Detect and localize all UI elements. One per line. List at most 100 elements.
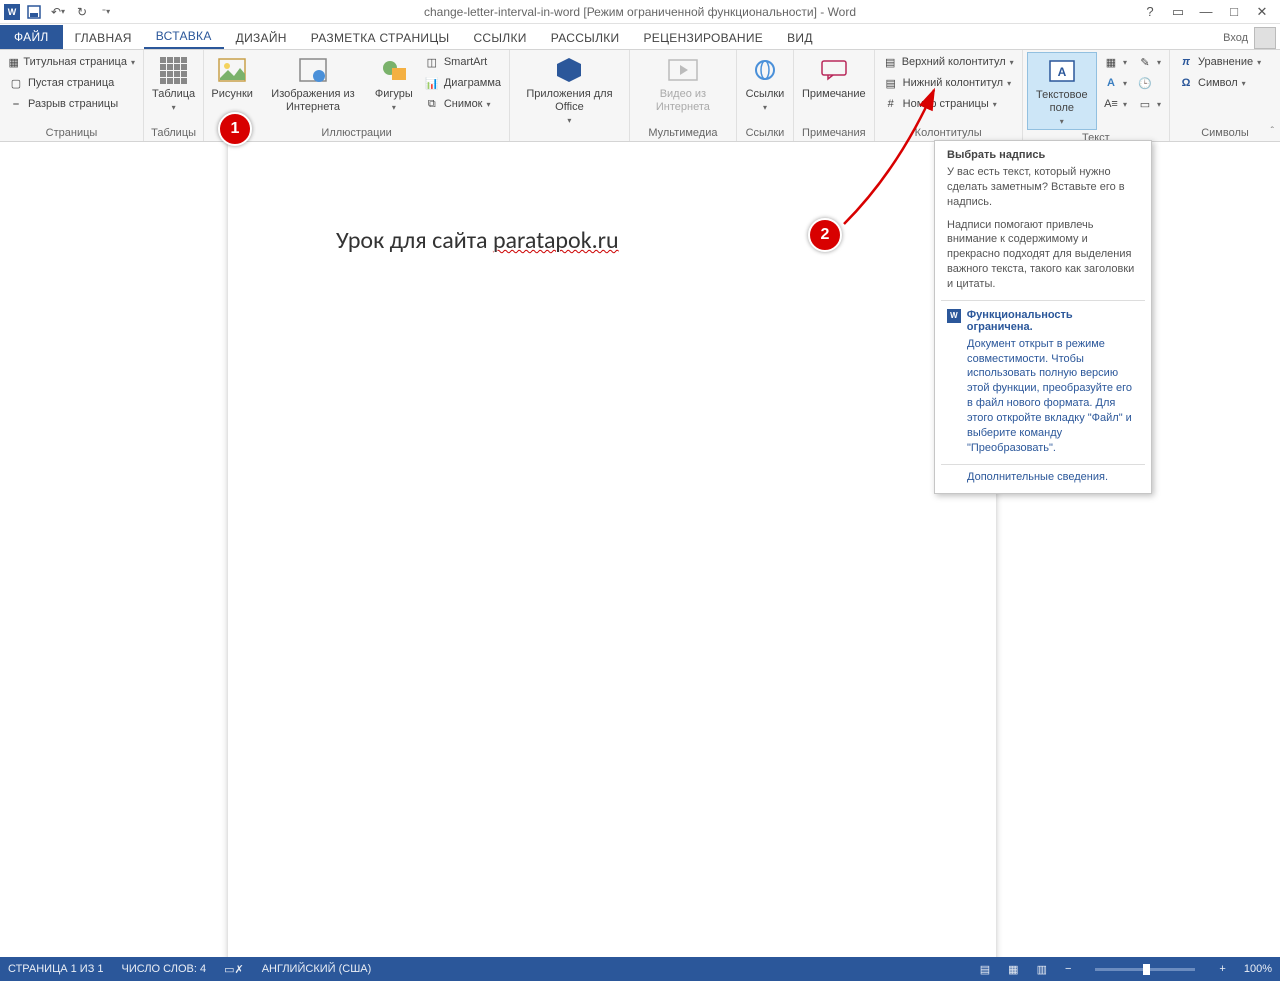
symbol-label: Символ — [1198, 77, 1238, 89]
page-break-button[interactable]: ⎯Разрыв страницы — [4, 94, 139, 114]
document-page[interactable]: Урок для сайта paratapok.ru — [228, 142, 996, 957]
tab-view[interactable]: ВИД — [775, 27, 825, 49]
group-links: Ссылки▾ Ссылки — [737, 50, 794, 141]
text-box-icon: A — [1046, 55, 1078, 87]
tab-page-layout[interactable]: РАЗМЕТКА СТРАНИЦЫ — [299, 27, 462, 49]
ribbon-display-icon[interactable]: ▭ — [1168, 2, 1188, 22]
chart-button[interactable]: 📊Диаграмма — [420, 73, 505, 93]
comment-button[interactable]: Примечание — [798, 52, 870, 103]
minimize-icon[interactable]: — — [1196, 2, 1216, 22]
smartart-button[interactable]: ◫SmartArt — [420, 52, 505, 72]
pictures-button[interactable]: Рисунки — [208, 52, 256, 103]
window-controls: ? ▭ — □ ✕ — [1140, 2, 1280, 22]
close-icon[interactable]: ✕ — [1252, 2, 1272, 22]
symbol-icon: Ω — [1178, 75, 1194, 91]
view-web-layout-icon[interactable]: ▥ — [1037, 963, 1047, 976]
equation-label: Уравнение — [1198, 56, 1253, 68]
status-proofing-icon[interactable]: ▭✗ — [224, 963, 244, 976]
tab-design[interactable]: ДИЗАЙН — [224, 27, 299, 49]
view-read-mode-icon[interactable]: ▤ — [980, 963, 990, 976]
page-number-label: Номер страницы — [903, 98, 989, 110]
pictures-icon — [216, 54, 248, 86]
group-apps-label — [514, 137, 625, 141]
equation-button[interactable]: πУравнение▾ — [1174, 52, 1276, 72]
header-button[interactable]: ▤Верхний колонтитул▾ — [879, 52, 1018, 72]
qat-customize-icon[interactable]: ⁼▾ — [96, 2, 116, 22]
zoom-in-icon[interactable]: + — [1219, 963, 1225, 975]
date-time-icon: 🕒 — [1137, 75, 1153, 91]
links-button[interactable]: Ссылки▾ — [741, 52, 789, 115]
zoom-slider-thumb[interactable] — [1143, 964, 1150, 975]
redo-icon[interactable]: ↻ — [72, 2, 92, 22]
text-box-button[interactable]: AТекстовое поле▾ — [1027, 52, 1097, 130]
footer-button[interactable]: ▤Нижний колонтитул▾ — [879, 73, 1018, 93]
footer-icon: ▤ — [883, 75, 899, 91]
online-pictures-label: Изображения из Интернета — [262, 88, 364, 114]
tab-file[interactable]: ФАЙЛ — [0, 25, 63, 49]
view-print-layout-icon[interactable]: ▦ — [1008, 963, 1018, 976]
login-area[interactable]: Вход — [1223, 27, 1280, 49]
svg-text:A: A — [1057, 65, 1066, 79]
object-button[interactable]: ▭▾ — [1133, 94, 1165, 114]
shapes-button[interactable]: Фигуры▾ — [370, 52, 418, 115]
tab-insert[interactable]: ВСТАВКА — [144, 25, 224, 49]
status-page[interactable]: СТРАНИЦА 1 ИЗ 1 — [8, 963, 104, 975]
smartart-icon: ◫ — [424, 54, 440, 70]
pictures-label: Рисунки — [211, 88, 253, 101]
status-language[interactable]: АНГЛИЙСКИЙ (США) — [262, 963, 372, 975]
zoom-level[interactable]: 100% — [1244, 963, 1272, 975]
symbol-button[interactable]: ΩСимвол▾ — [1174, 73, 1276, 93]
status-word-count[interactable]: ЧИСЛО СЛОВ: 4 — [122, 963, 207, 975]
header-label: Верхний колонтитул — [902, 56, 1006, 68]
quick-parts-button[interactable]: ▦▾ — [1099, 52, 1131, 72]
online-pictures-button[interactable]: Изображения из Интернета — [258, 52, 368, 116]
group-comments: Примечание Примечания — [794, 50, 875, 141]
group-pages: ▦Титульная страница▾ ▢ Пустая страница ⎯Р… — [0, 50, 144, 141]
tooltip-limited-title: Функциональность ограничена. — [967, 309, 1139, 333]
online-pictures-icon — [297, 54, 329, 86]
date-time-button[interactable]: 🕒 — [1133, 73, 1165, 93]
tab-home[interactable]: ГЛАВНАЯ — [63, 27, 144, 49]
screenshot-button[interactable]: ⧉Снимок▾ — [420, 94, 505, 114]
collapse-ribbon-icon[interactable]: ˆ — [1271, 126, 1274, 137]
document-text[interactable]: Урок для сайта paratapok.ru — [336, 226, 619, 255]
blank-page-icon: ▢ — [8, 75, 24, 91]
page-number-icon: # — [883, 96, 899, 112]
header-icon: ▤ — [883, 54, 898, 70]
tab-review[interactable]: РЕЦЕНЗИРОВАНИЕ — [631, 27, 775, 49]
ribbon-tabs: ФАЙЛ ГЛАВНАЯ ВСТАВКА ДИЗАЙН РАЗМЕТКА СТР… — [0, 24, 1280, 50]
maximize-icon[interactable]: □ — [1224, 2, 1244, 22]
zoom-slider[interactable] — [1095, 968, 1195, 971]
signature-line-button[interactable]: ✎▾ — [1133, 52, 1165, 72]
shapes-icon — [378, 54, 410, 86]
tab-mailings[interactable]: РАССЫЛКИ — [539, 27, 632, 49]
blank-page-label: Пустая страница — [28, 77, 114, 89]
doc-text-plain: Урок для сайта — [336, 226, 493, 255]
apps-label: Приложения для Office — [518, 88, 621, 114]
tooltip-title: Выбрать надпись — [935, 141, 1151, 165]
tooltip-more-info-link[interactable]: Дополнительные сведения. — [935, 465, 1151, 493]
save-icon[interactable] — [24, 2, 44, 22]
annotation-badge-2: 2 — [808, 218, 842, 252]
help-icon[interactable]: ? — [1140, 2, 1160, 22]
page-break-icon: ⎯ — [8, 96, 24, 112]
cover-page-button[interactable]: ▦Титульная страница▾ — [4, 52, 139, 72]
blank-page-button[interactable]: ▢ Пустая страница — [4, 73, 139, 93]
tooltip-paragraph-1: У вас есть текст, который нужно сделать … — [935, 165, 1151, 218]
apps-for-office-button[interactable]: Приложения для Office▾ — [514, 52, 625, 128]
zoom-out-icon[interactable]: − — [1065, 963, 1071, 975]
screenshot-icon: ⧉ — [424, 96, 440, 112]
tab-references[interactable]: ССЫЛКИ — [461, 27, 538, 49]
page-number-button[interactable]: #Номер страницы▾ — [879, 94, 1018, 114]
cover-page-label: Титульная страница — [23, 56, 127, 68]
video-label: Видео из Интернета — [638, 88, 728, 114]
undo-icon[interactable]: ↶▾ — [48, 2, 68, 22]
apps-icon — [553, 54, 585, 86]
drop-cap-button[interactable]: A≡▾ — [1099, 94, 1131, 114]
annotation-badge-1: 1 — [218, 112, 252, 146]
tooltip-limited-body: Документ открыт в режиме совместимости. … — [935, 335, 1151, 464]
group-symbols: πУравнение▾ ΩСимвол▾ Символы — [1170, 50, 1280, 141]
shapes-label: Фигуры — [375, 88, 413, 101]
wordart-button[interactable]: A▾ — [1099, 73, 1131, 93]
table-button[interactable]: Таблица▾ — [148, 52, 199, 115]
